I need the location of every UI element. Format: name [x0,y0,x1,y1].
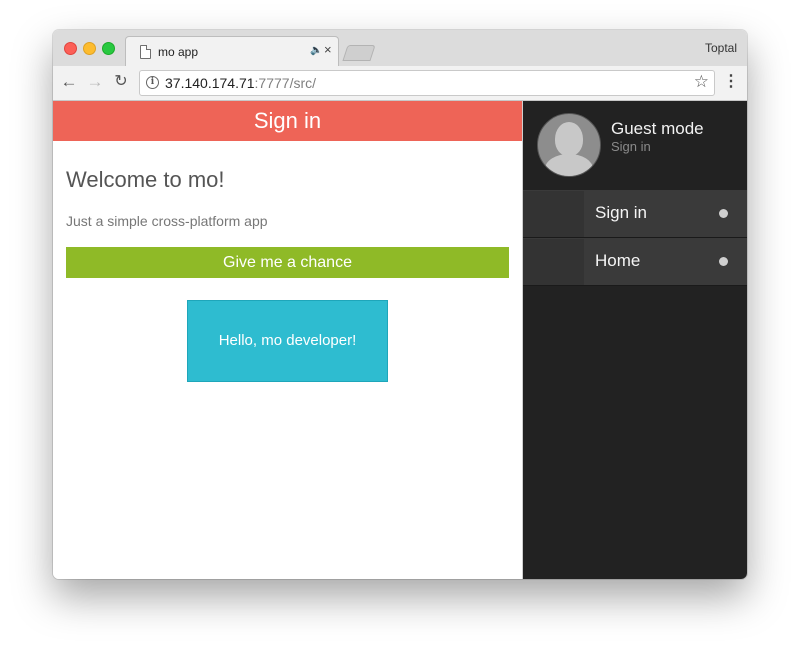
browser-window: mo app 🔈 × Toptal ← → ↻ i 37.140.174.71:… [53,30,747,579]
page-content: Sign in Welcome to mo! Just a simple cro… [53,101,747,579]
avatar-body-shape [545,154,593,176]
browser-tab[interactable]: mo app 🔈 × [125,36,339,67]
drawer-item-body: Home [584,239,747,285]
info-icon[interactable]: i [146,76,159,89]
tab-title: mo app [158,45,199,59]
drawer-item-label: Home [595,251,641,270]
window-maximize-button[interactable] [102,42,115,55]
give-me-a-chance-button[interactable]: Give me a chance [66,247,509,278]
reload-icon[interactable]: ↻ [111,72,131,92]
page-header[interactable]: Sign in [53,101,522,141]
drawer-item-label: Sign in [595,203,647,222]
kebab-menu-icon[interactable]: ⋮ [723,72,739,92]
status-dot-icon [719,257,728,266]
new-tab-button[interactable] [342,45,376,61]
side-drawer: Guest mode Sign in Sign in Home [523,101,747,579]
window-minimize-button[interactable] [83,42,96,55]
avatar-head-shape [555,122,583,156]
user-avatar-icon[interactable] [537,113,601,177]
window-close-button[interactable] [64,42,77,55]
welcome-heading: Welcome to mo! [66,167,225,192]
guest-sign-in-link[interactable]: Sign in [611,139,651,155]
file-icon [140,45,151,59]
url-path: :7777/src/ [254,75,317,91]
drawer-item-sign-in[interactable]: Sign in [523,190,747,238]
address-bar[interactable]: i 37.140.174.71:7777/src/ ☆ [139,70,715,96]
guest-mode-title: Guest mode [611,119,704,138]
url-host: 37.140.174.71 [165,75,255,91]
subtitle-text: Just a simple cross-platform app [66,213,268,229]
drawer-item-body: Sign in [584,191,747,237]
drawer-item-home[interactable]: Home [523,238,747,286]
tab-strip: mo app 🔈 × Toptal [53,30,747,67]
arrow-right-icon[interactable]: → [85,72,105,92]
main-panel: Sign in Welcome to mo! Just a simple cro… [53,101,523,579]
url-text[interactable]: 37.140.174.71:7777/src/ [165,75,316,91]
arrow-left-icon[interactable]: ← [59,72,79,92]
browser-toolbar: ← → ↻ i 37.140.174.71:7777/src/ ☆ ⋮ [53,66,747,101]
hello-message-box: Hello, mo developer! [187,300,388,382]
profile-name[interactable]: Toptal [705,41,737,55]
status-dot-icon [719,209,728,218]
star-icon[interactable]: ☆ [694,72,709,92]
close-icon[interactable]: × [324,42,332,57]
speaker-icon[interactable]: 🔈 [310,45,322,57]
